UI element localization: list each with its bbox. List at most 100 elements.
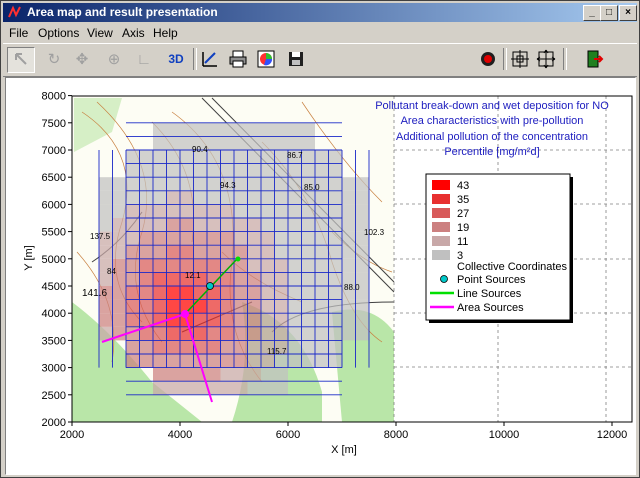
color-palette-button[interactable]	[253, 47, 279, 71]
grid-cell	[193, 299, 207, 314]
grid-cell	[247, 367, 261, 382]
grid-cell	[328, 286, 342, 300]
grid-cell	[153, 286, 167, 300]
grid-cell	[126, 258, 140, 273]
grid-cell	[328, 326, 342, 341]
grid-cell	[220, 313, 234, 327]
grid-cell	[274, 326, 288, 341]
grid-cell	[288, 313, 302, 327]
grid-cell	[301, 204, 315, 218]
menu-file[interactable]: File	[9, 26, 28, 40]
grid-cell	[288, 286, 302, 300]
grid-cell	[301, 258, 315, 273]
grid-cell	[342, 326, 356, 341]
grid-cell	[301, 163, 315, 178]
legend: 43352719113 Collective Coordinates Point…	[425, 173, 573, 323]
record-icon	[481, 52, 495, 66]
grid-cell	[139, 190, 153, 205]
print-button[interactable]	[225, 47, 251, 71]
menu-help[interactable]: Help	[153, 26, 178, 40]
area-map-chart[interactable]: 90.4 86.7 94.3 85.0 137.5 102.3 12.1 88.…	[6, 78, 635, 474]
grid-cell	[234, 381, 248, 395]
grid-cell	[220, 245, 234, 259]
grid-cell	[139, 286, 153, 300]
save-button[interactable]	[283, 47, 309, 71]
grid-cell	[112, 245, 126, 259]
grid-cell	[139, 150, 153, 164]
grid-cell	[247, 177, 261, 191]
maximize-button[interactable]: □	[600, 5, 618, 21]
close-button[interactable]: ×	[619, 5, 637, 21]
grid-cell	[261, 204, 275, 218]
grid-cell	[180, 381, 194, 395]
grid-cell	[247, 163, 261, 178]
rotate-button[interactable]: ↻	[41, 47, 67, 71]
axes-icon: ∟	[136, 50, 152, 68]
grid-cell	[153, 367, 167, 382]
grid-cell	[180, 245, 194, 259]
grid-cell	[355, 258, 369, 273]
grid-cell	[301, 218, 315, 232]
point-source-marker	[206, 282, 214, 290]
grid-cell	[112, 204, 126, 218]
plot-area[interactable]: 90.4 86.7 94.3 85.0 137.5 102.3 12.1 88.…	[5, 77, 636, 475]
three-d-button[interactable]: 3D	[163, 47, 189, 71]
grid-cell	[274, 231, 288, 246]
grid-cell	[153, 258, 167, 273]
grid-cell	[247, 354, 261, 368]
grid-cell	[261, 272, 275, 286]
grid-cell	[328, 163, 342, 178]
grid-cell	[153, 122, 167, 137]
toolbar: ↻ ✥ ⊕ ∟ 3D	[3, 43, 637, 77]
grid-cell	[355, 326, 369, 341]
edit-chart-button[interactable]	[197, 47, 223, 71]
grid-cell	[153, 245, 167, 259]
grid-cell	[207, 354, 221, 368]
grid-cell	[126, 354, 140, 368]
grid-cell	[112, 231, 126, 246]
grid-cell	[207, 177, 221, 191]
y-tick-label: 5000	[42, 254, 66, 266]
grid-cell	[234, 286, 248, 300]
grid-cell	[261, 245, 275, 259]
grid-cell	[301, 286, 315, 300]
grid-cell	[328, 245, 342, 259]
grid-cell	[139, 177, 153, 191]
grid-cell	[274, 367, 288, 382]
expand-view-button[interactable]	[533, 47, 559, 71]
x-tick-label: 2000	[60, 429, 84, 441]
grid-cell	[274, 313, 288, 327]
grid-cell	[166, 272, 180, 286]
grid-cell	[247, 122, 261, 137]
record-button[interactable]	[475, 47, 501, 71]
menu-axis[interactable]: Axis	[122, 26, 145, 40]
grid-cell	[328, 204, 342, 218]
grid-cell	[234, 313, 248, 327]
grid-cell	[180, 367, 194, 382]
y-tick-label: 5500	[42, 227, 66, 239]
exit-button[interactable]	[581, 47, 607, 71]
pan-button[interactable]: ✥	[69, 47, 95, 71]
fit-view-button[interactable]	[507, 47, 533, 71]
menu-options[interactable]: Options	[38, 26, 79, 40]
grid-cell	[328, 177, 342, 191]
grid-cell	[180, 231, 194, 246]
grid-cell	[193, 190, 207, 205]
zoom-button[interactable]: ⊕	[101, 47, 127, 71]
menu-view[interactable]: View	[87, 26, 113, 40]
select-arrow-button[interactable]	[7, 47, 35, 73]
grid-cell	[247, 340, 261, 354]
crosshair-frame-icon	[511, 50, 529, 68]
plot-title: Pollutant break-down and wet deposition …	[375, 100, 609, 158]
grid-cell	[234, 354, 248, 368]
grid-cell	[315, 340, 329, 354]
axes-button[interactable]: ∟	[131, 47, 157, 71]
grid-cell	[328, 354, 342, 368]
minimize-button[interactable]: _	[583, 5, 601, 21]
x-tick-label: 6000	[276, 429, 300, 441]
grid-cell	[247, 231, 261, 246]
grid-cell	[193, 163, 207, 178]
grid-cell	[342, 177, 356, 191]
grid-cell	[166, 245, 180, 259]
grid-cell	[274, 381, 288, 395]
